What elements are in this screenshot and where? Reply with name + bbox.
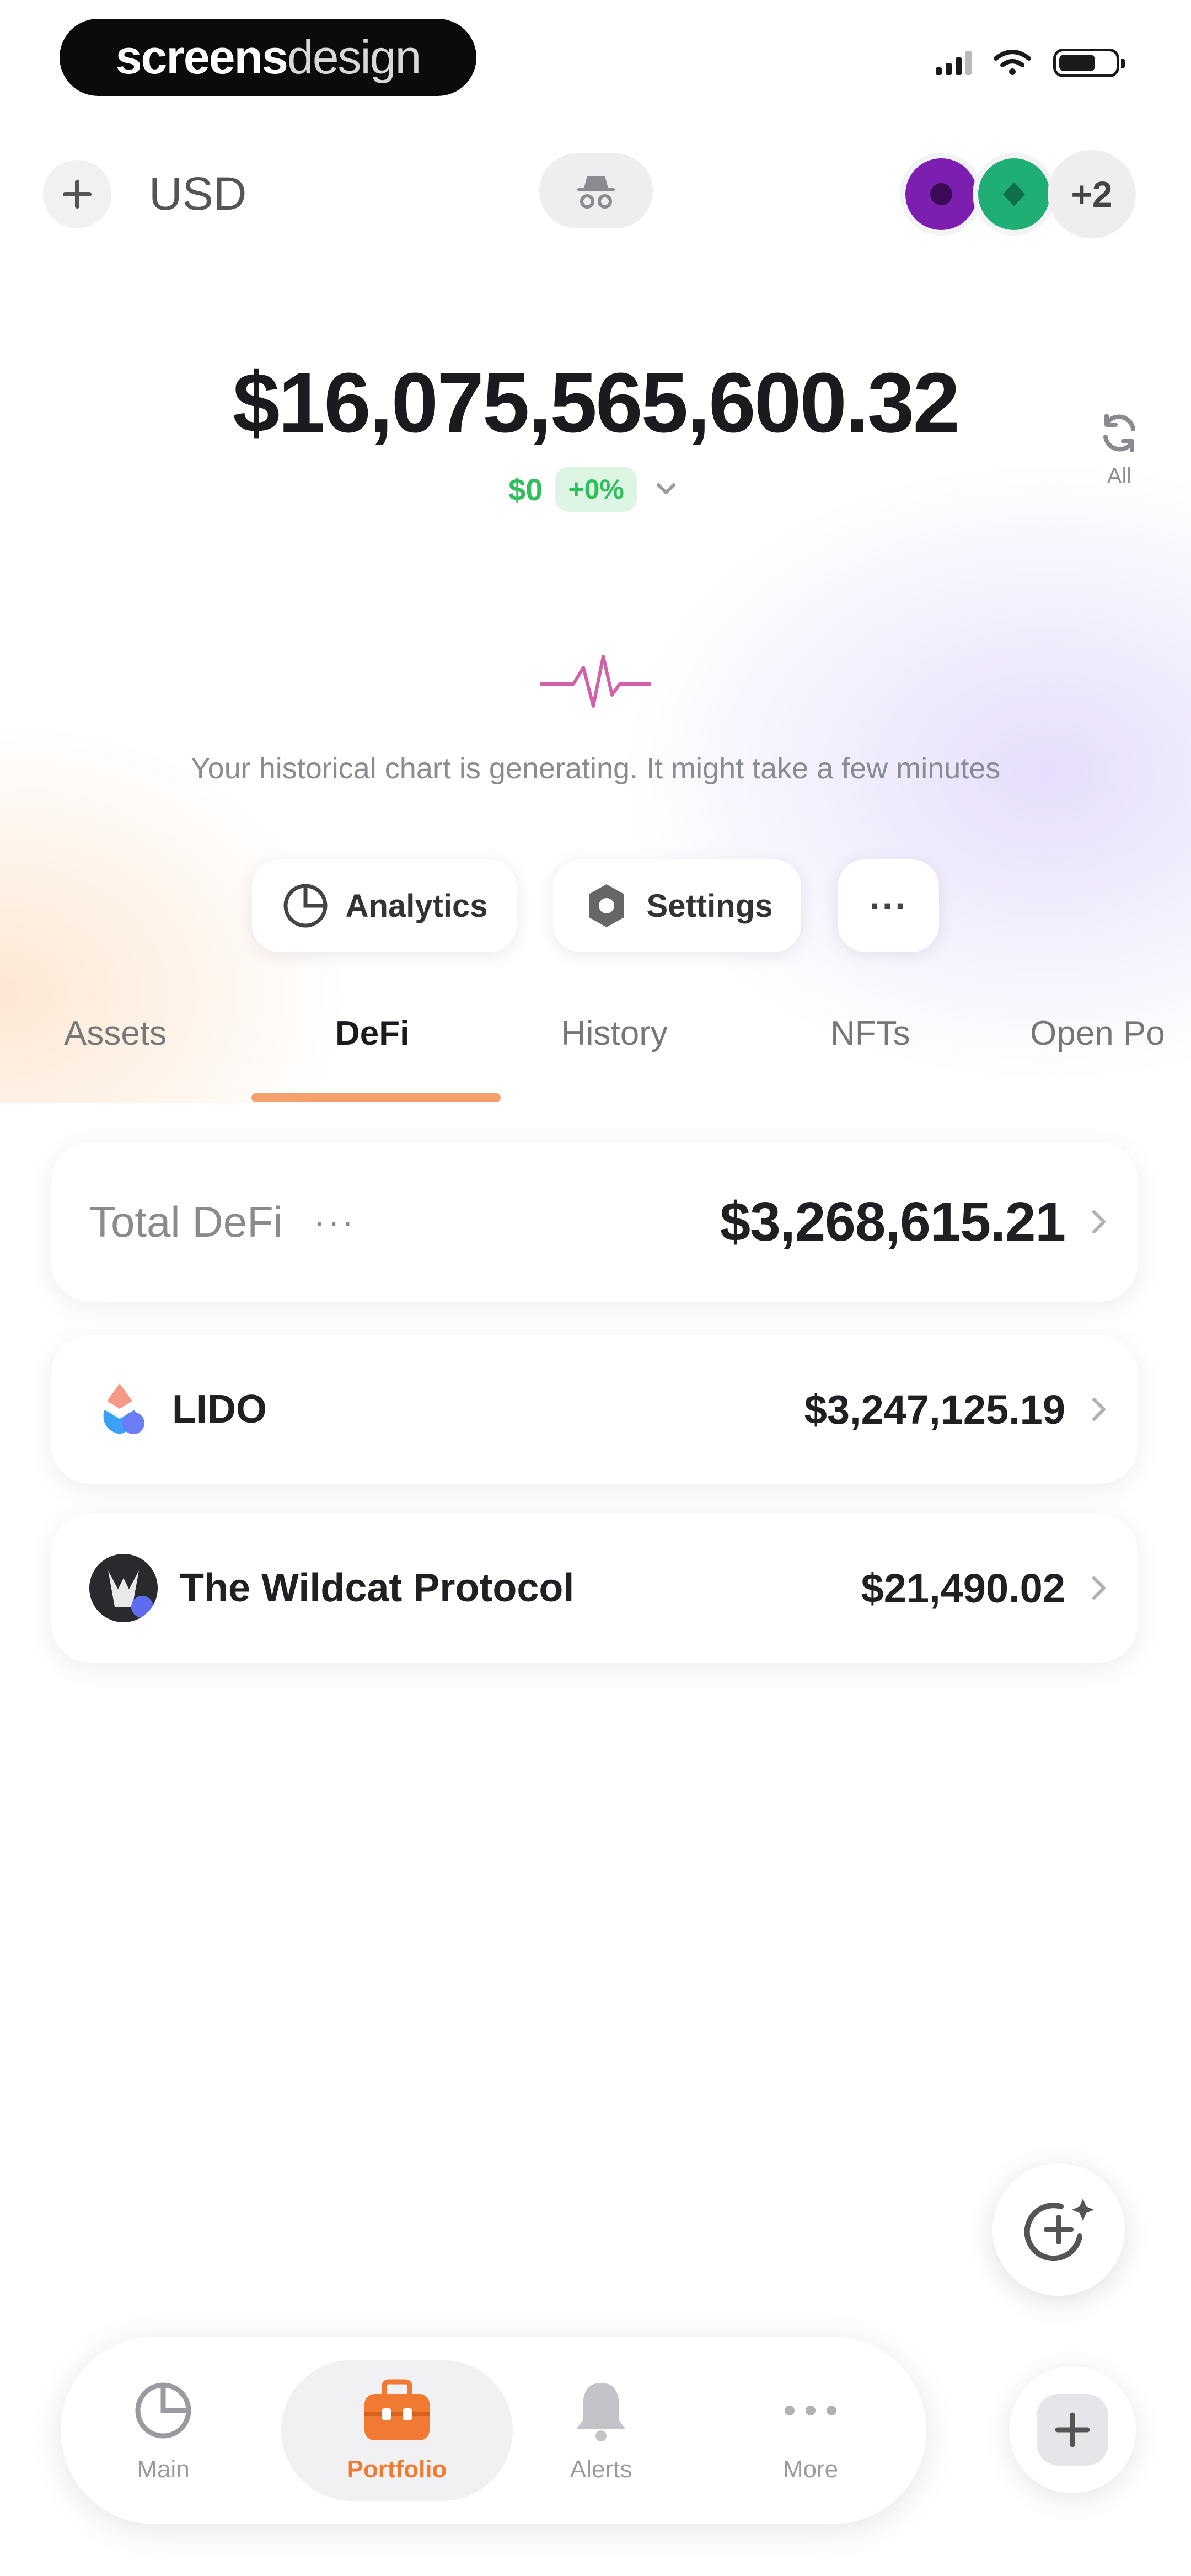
analytics-icon xyxy=(283,884,328,928)
briefcase-icon xyxy=(364,2379,430,2440)
analytics-label: Analytics xyxy=(345,888,488,924)
nav-portfolio[interactable]: Portfolio xyxy=(314,2337,480,2524)
sparkle-icon xyxy=(1024,2199,1094,2262)
chevron-right-icon xyxy=(1092,1210,1106,1233)
plus-icon xyxy=(63,180,92,209)
wallet-logo-icon xyxy=(930,183,952,205)
nav-alerts-label: Alerts xyxy=(570,2456,632,2483)
total-defi-label: Total DeFi xyxy=(89,1197,283,1246)
currency-selector[interactable]: USD xyxy=(149,163,246,224)
more-actions-button[interactable]: ··· xyxy=(838,859,940,952)
chevron-right-icon xyxy=(1092,1398,1106,1421)
tab-defi[interactable]: DeFi xyxy=(335,1004,409,1103)
bell-icon xyxy=(576,2383,626,2441)
tab-nfts[interactable]: NFTs xyxy=(830,1004,910,1103)
nav-alerts[interactable]: Alerts xyxy=(518,2337,684,2524)
pie-chart-icon xyxy=(135,2382,191,2439)
chevron-down-icon xyxy=(656,483,675,494)
add-wallet-button[interactable] xyxy=(43,160,111,228)
wifi-icon xyxy=(994,50,1031,75)
ai-assistant-button[interactable] xyxy=(993,2163,1125,2296)
chevron-right-icon xyxy=(1092,1576,1106,1600)
tab-history[interactable]: History xyxy=(561,1004,668,1103)
balance-change[interactable]: $0 +0% xyxy=(0,467,1191,512)
settings-label: Settings xyxy=(646,888,773,924)
nav-portfolio-label: Portfolio xyxy=(347,2456,447,2483)
wallet-avatar[interactable] xyxy=(900,153,983,236)
action-chips: Analytics Settings ··· xyxy=(0,859,1191,952)
incognito-icon xyxy=(577,176,615,209)
gear-icon xyxy=(588,884,624,927)
tab-assets[interactable]: Assets xyxy=(64,1004,167,1103)
wallet-logo-icon xyxy=(1003,182,1025,206)
wallet-avatar[interactable] xyxy=(973,153,1055,236)
tab-open-positions[interactable]: Open Po xyxy=(1030,1004,1165,1103)
more-wallets-badge[interactable]: +2 xyxy=(1048,150,1136,238)
active-tab-indicator xyxy=(251,1093,501,1102)
analytics-button[interactable]: Analytics xyxy=(251,859,517,952)
status-icons xyxy=(936,49,1125,77)
protocol-card-lido[interactable]: LIDO $3,247,125.19 xyxy=(51,1335,1138,1484)
wallet-avatars[interactable]: +2 xyxy=(900,150,1136,238)
more-icon: ··· xyxy=(869,884,908,927)
brand-watermark: screens design xyxy=(60,19,476,96)
change-amount: $0 xyxy=(508,472,543,507)
incognito-toggle[interactable] xyxy=(539,153,653,228)
protocol-card-wildcat[interactable]: The Wildcat Protocol $21,490.02 xyxy=(51,1514,1138,1663)
nav-main[interactable]: Main xyxy=(81,2337,246,2524)
protocol-value: $3,247,125.19 xyxy=(804,1386,1065,1433)
protocol-name: LIDO xyxy=(172,1387,267,1431)
total-defi-card[interactable]: Total DeFi ··· $3,268,615.21 xyxy=(51,1142,1138,1302)
change-percent-badge: +0% xyxy=(555,467,637,512)
total-defi-menu[interactable]: ··· xyxy=(314,1201,356,1242)
plus-icon xyxy=(1037,2394,1108,2466)
more-icon xyxy=(785,2406,836,2415)
total-balance: $16,075,565,600.32 xyxy=(232,355,960,450)
battery-icon xyxy=(1053,49,1125,77)
total-defi-value: $3,268,615.21 xyxy=(720,1190,1066,1253)
pulse-icon xyxy=(540,655,651,708)
refresh-icon xyxy=(1103,414,1135,452)
portfolio-tabs: Assets DeFi History NFTs Open Po xyxy=(0,1004,1191,1103)
quick-add-button[interactable] xyxy=(1009,2366,1136,2493)
bottom-nav: Main Portfolio Alerts More xyxy=(61,2337,926,2524)
refresh-button[interactable]: All xyxy=(1086,408,1152,489)
nav-more-label: More xyxy=(782,2456,839,2483)
wildcat-logo-icon xyxy=(89,1554,158,1622)
refresh-label: All xyxy=(1107,464,1132,488)
settings-button[interactable]: Settings xyxy=(552,859,802,952)
chart-generating-message: Your historical chart is generating. It … xyxy=(190,752,1001,785)
nav-main-label: Main xyxy=(137,2456,190,2483)
nav-more[interactable]: More xyxy=(728,2337,893,2524)
signal-icon xyxy=(936,51,972,75)
lido-logo-icon xyxy=(103,1383,144,1434)
protocol-value: $21,490.02 xyxy=(861,1565,1065,1611)
protocol-name: The Wildcat Protocol xyxy=(180,1566,575,1610)
